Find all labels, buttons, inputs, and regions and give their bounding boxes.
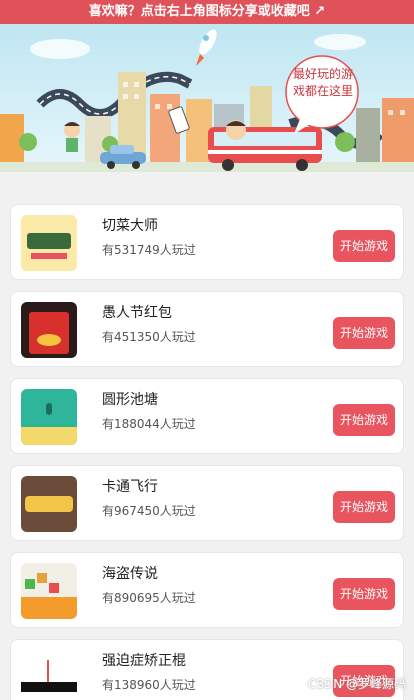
start-game-button[interactable]: 开始游戏: [333, 404, 395, 436]
red-envelope-icon: [21, 302, 77, 358]
game-title: 切菜大师: [102, 218, 158, 234]
start-game-button[interactable]: 开始游戏: [333, 491, 395, 523]
play-count: 有138960人玩过: [102, 678, 196, 692]
game-title: 愚人节红包: [102, 305, 172, 321]
share-hint-bar: 喜欢嘛？点击右上角图标分享或收藏吧 ↗: [0, 0, 414, 24]
game-card-5[interactable]: 海盗传说 有890695人玩过 开始游戏: [10, 552, 404, 628]
game-title: 圆形池塘: [102, 392, 158, 408]
start-game-button[interactable]: 开始游戏: [333, 578, 395, 610]
header-banner: 最好玩的游戏都在这里: [0, 24, 414, 172]
rocket-icon: [196, 29, 217, 66]
vegetable-cutting-icon: [21, 215, 77, 271]
game-title: 海盗传说: [102, 566, 158, 582]
play-count: 有188044人玩过: [102, 417, 196, 431]
pirate-icon: [21, 563, 77, 619]
game-card-3[interactable]: 圆形池塘 有188044人玩过 开始游戏: [10, 378, 404, 454]
watermark: CSDN @罗峰源码: [307, 677, 406, 691]
pond-icon: [21, 389, 77, 445]
child-figure: [64, 122, 80, 152]
banner-sign-text: 最好玩的游戏都在这里: [292, 67, 353, 98]
play-count: 有451350人玩过: [102, 330, 196, 344]
play-count: 有967450人玩过: [102, 504, 196, 518]
start-game-button[interactable]: 开始游戏: [333, 230, 395, 262]
game-card-1[interactable]: 切菜大师 有531749人玩过 开始游戏: [10, 204, 404, 280]
game-title: 卡通飞行: [102, 479, 158, 495]
game-card-2[interactable]: 愚人节红包 有451350人玩过 开始游戏: [10, 291, 404, 367]
cartoon-plane-icon: [21, 476, 77, 532]
start-game-button[interactable]: 开始游戏: [333, 317, 395, 349]
game-title: 强迫症矫正棍: [102, 653, 186, 669]
play-count: 有890695人玩过: [102, 591, 196, 605]
game-card-4[interactable]: 卡通飞行 有967450人玩过 开始游戏: [10, 465, 404, 541]
play-count: 有531749人玩过: [102, 243, 196, 257]
stick-icon: [21, 650, 77, 700]
